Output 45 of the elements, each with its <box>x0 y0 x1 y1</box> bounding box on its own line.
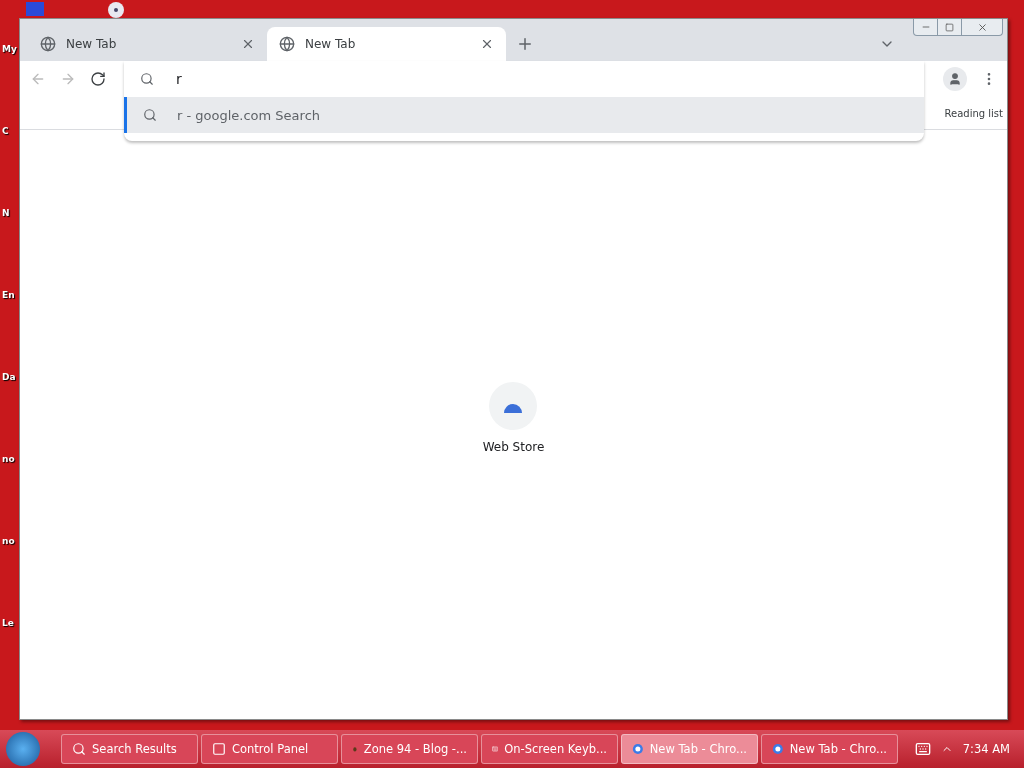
desktop-icon-label: My <box>2 44 17 54</box>
forward-button[interactable] <box>60 71 76 87</box>
plus-icon <box>516 35 534 53</box>
tab-title: New Tab <box>66 37 118 51</box>
close-icon <box>976 21 988 33</box>
profile-button[interactable] <box>943 67 967 91</box>
search-icon <box>140 72 154 86</box>
browser-icon <box>772 742 784 756</box>
window-icon <box>212 742 226 756</box>
taskbar-button[interactable]: Zone 94 - Blog -... <box>341 734 478 764</box>
suggestion-text: r - google.com Search <box>177 107 320 123</box>
reload-button[interactable] <box>90 71 106 87</box>
tab[interactable]: New Tab <box>28 27 267 61</box>
taskbar-button[interactable]: Search Results <box>61 734 198 764</box>
desktop-icon-label: Da <box>2 372 16 382</box>
taskbar-button[interactable]: New Tab - Chro... <box>761 734 898 764</box>
close-icon <box>241 37 255 51</box>
close-tab-button[interactable] <box>480 37 494 51</box>
desktop-icon-label: no <box>2 536 15 546</box>
desktop-icon-label: no <box>2 454 15 464</box>
search-icon <box>72 742 86 756</box>
globe-icon <box>40 36 56 52</box>
reading-list-button[interactable]: Reading list <box>944 107 1003 119</box>
globe-icon <box>279 36 295 52</box>
browser-icon <box>632 742 644 756</box>
taskbar-button[interactable]: Control Panel <box>201 734 338 764</box>
person-icon <box>948 72 962 86</box>
desktop-icon-label: N <box>2 208 10 218</box>
clock[interactable]: 7:34 AM <box>962 742 1010 756</box>
suggestion-item[interactable]: r - google.com Search <box>124 97 924 133</box>
close-icon <box>480 37 494 51</box>
back-button[interactable] <box>30 71 46 87</box>
maximize-icon <box>945 22 954 32</box>
tab[interactable]: New Tab <box>267 27 506 61</box>
search-icon <box>143 108 157 122</box>
close-tab-button[interactable] <box>241 37 255 51</box>
keyboard-icon[interactable] <box>914 741 931 757</box>
shortcut-tile[interactable]: Web Store <box>482 382 545 719</box>
desktop-icon-label: Le <box>2 618 14 628</box>
address-field[interactable]: r <box>174 70 924 88</box>
start-button[interactable] <box>6 732 40 766</box>
desktop-icon-label: C <box>2 126 9 136</box>
taskbar-button[interactable]: On-Screen Keyb... <box>481 734 618 764</box>
desktop-icon-label: En <box>2 290 15 300</box>
tab-title: New Tab <box>305 37 357 51</box>
